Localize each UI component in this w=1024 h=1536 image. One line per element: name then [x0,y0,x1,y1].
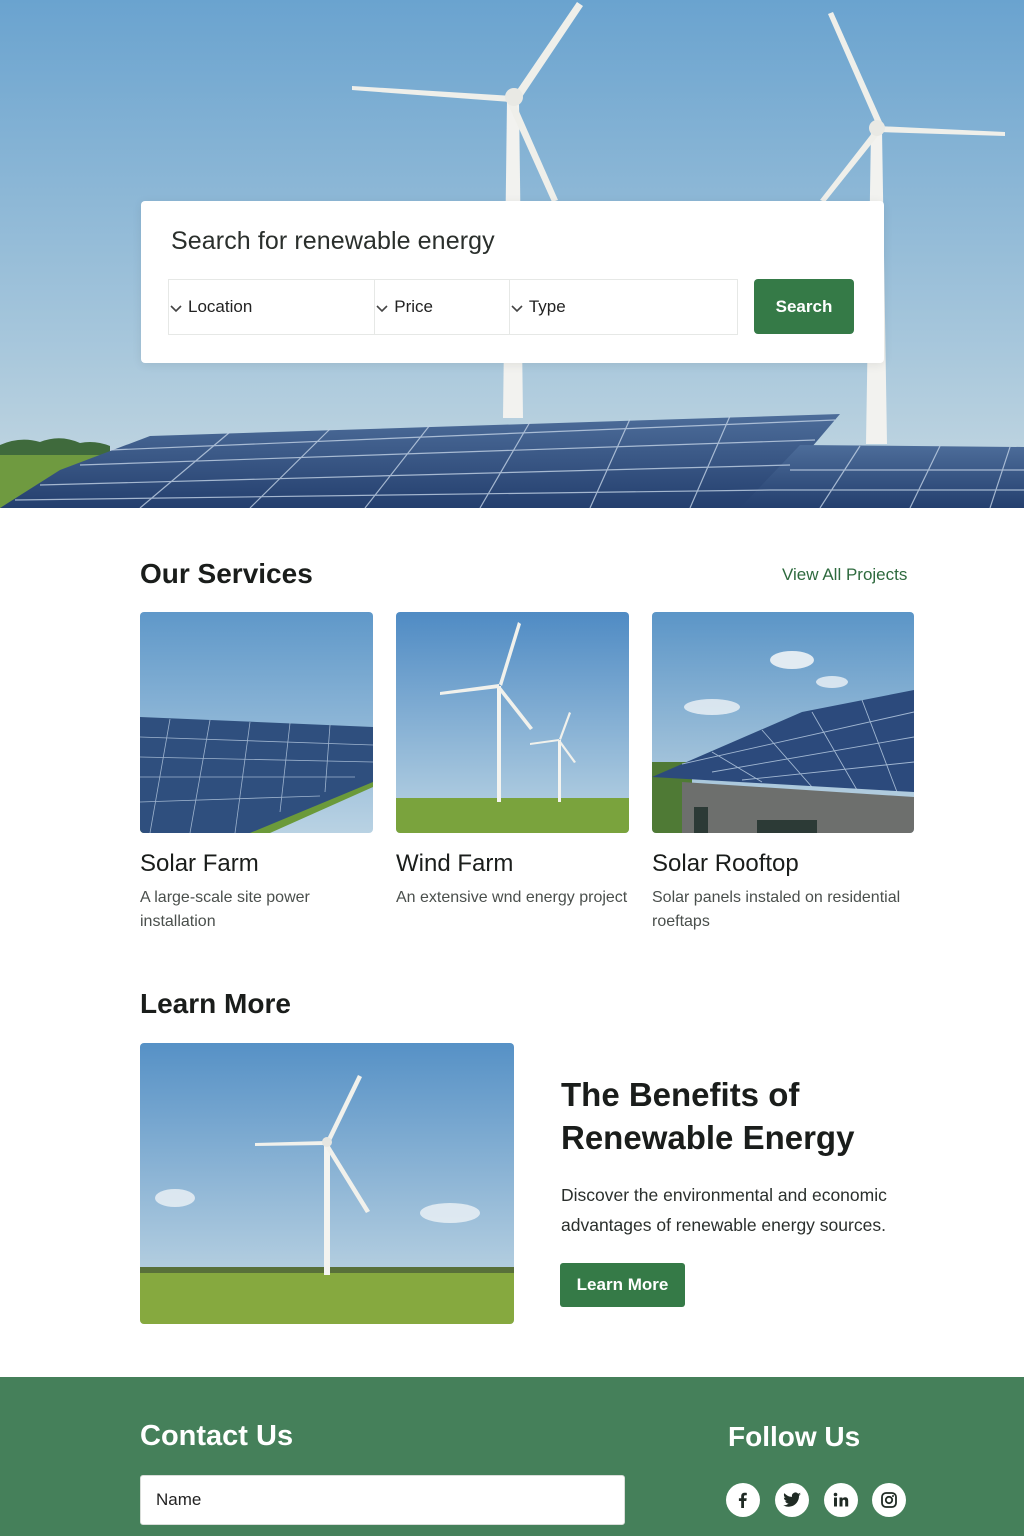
price-dropdown[interactable]: Price [375,280,510,334]
search-title: Search for renewable energy [171,227,495,255]
learn-more-title: Learn More [140,988,291,1019]
type-dropdown[interactable]: Type [510,280,737,334]
wind-turbine-image [140,1043,514,1324]
instagram-link[interactable] [872,1483,906,1517]
card-title: Solar Farm [140,850,259,877]
footer: Contact Us Follow Us [0,1377,1024,1536]
learn-more-button[interactable]: Learn More [560,1263,685,1307]
price-dropdown-label: Price [394,297,433,316]
chevron-down-icon [511,305,523,313]
card-description: An extensive wnd energy project [396,889,628,906]
search-filters: Location Price Type [168,279,738,335]
search-button[interactable]: Search [754,279,854,334]
wind-farm-image [396,612,629,833]
location-dropdown-label: Location [188,297,253,316]
search-card: Search for renewable energy Location Pri… [141,201,884,363]
card-description: A large-scale site power installation [140,889,310,930]
twitter-link[interactable] [775,1483,809,1517]
benefits-title: The Benefits of Renewable Energy [561,1076,855,1156]
card-description: Solar panels instaled on residential roe… [652,889,901,930]
facebook-link[interactable] [726,1483,760,1517]
benefits-description: Discover the environmental and economic … [561,1185,887,1235]
location-dropdown[interactable]: Location [169,280,376,334]
hero-banner: Search for renewable energy Location Pri… [0,0,1024,508]
chevron-down-icon [376,305,388,313]
solar-rooftop-image [652,612,914,833]
solar-farm-image [140,612,373,833]
learn-more-image [140,1043,514,1324]
card-title: Wind Farm [396,850,514,877]
service-card-solar-rooftop[interactable]: Solar Rooftop Solar panels instaled on r… [652,612,914,930]
chevron-down-icon [170,305,182,313]
view-all-projects-link[interactable]: View All Projects [782,565,907,585]
facebook-icon [738,1492,747,1508]
card-title: Solar Rooftop [652,850,799,877]
twitter-icon [783,1492,801,1507]
services-title: Our Services [140,558,313,589]
type-dropdown-label: Type [528,297,566,316]
name-input[interactable] [140,1475,625,1525]
instagram-icon [881,1492,897,1508]
service-card-wind-farm[interactable]: Wind Farm An extensive wnd energy projec… [396,612,629,906]
service-card-solar-farm[interactable]: Solar Farm A large-scale site power inst… [140,612,373,930]
contact-title: Contact Us [140,1420,294,1452]
linkedin-link[interactable] [824,1483,858,1517]
follow-title: Follow Us [728,1421,861,1452]
linkedin-icon [833,1492,849,1507]
